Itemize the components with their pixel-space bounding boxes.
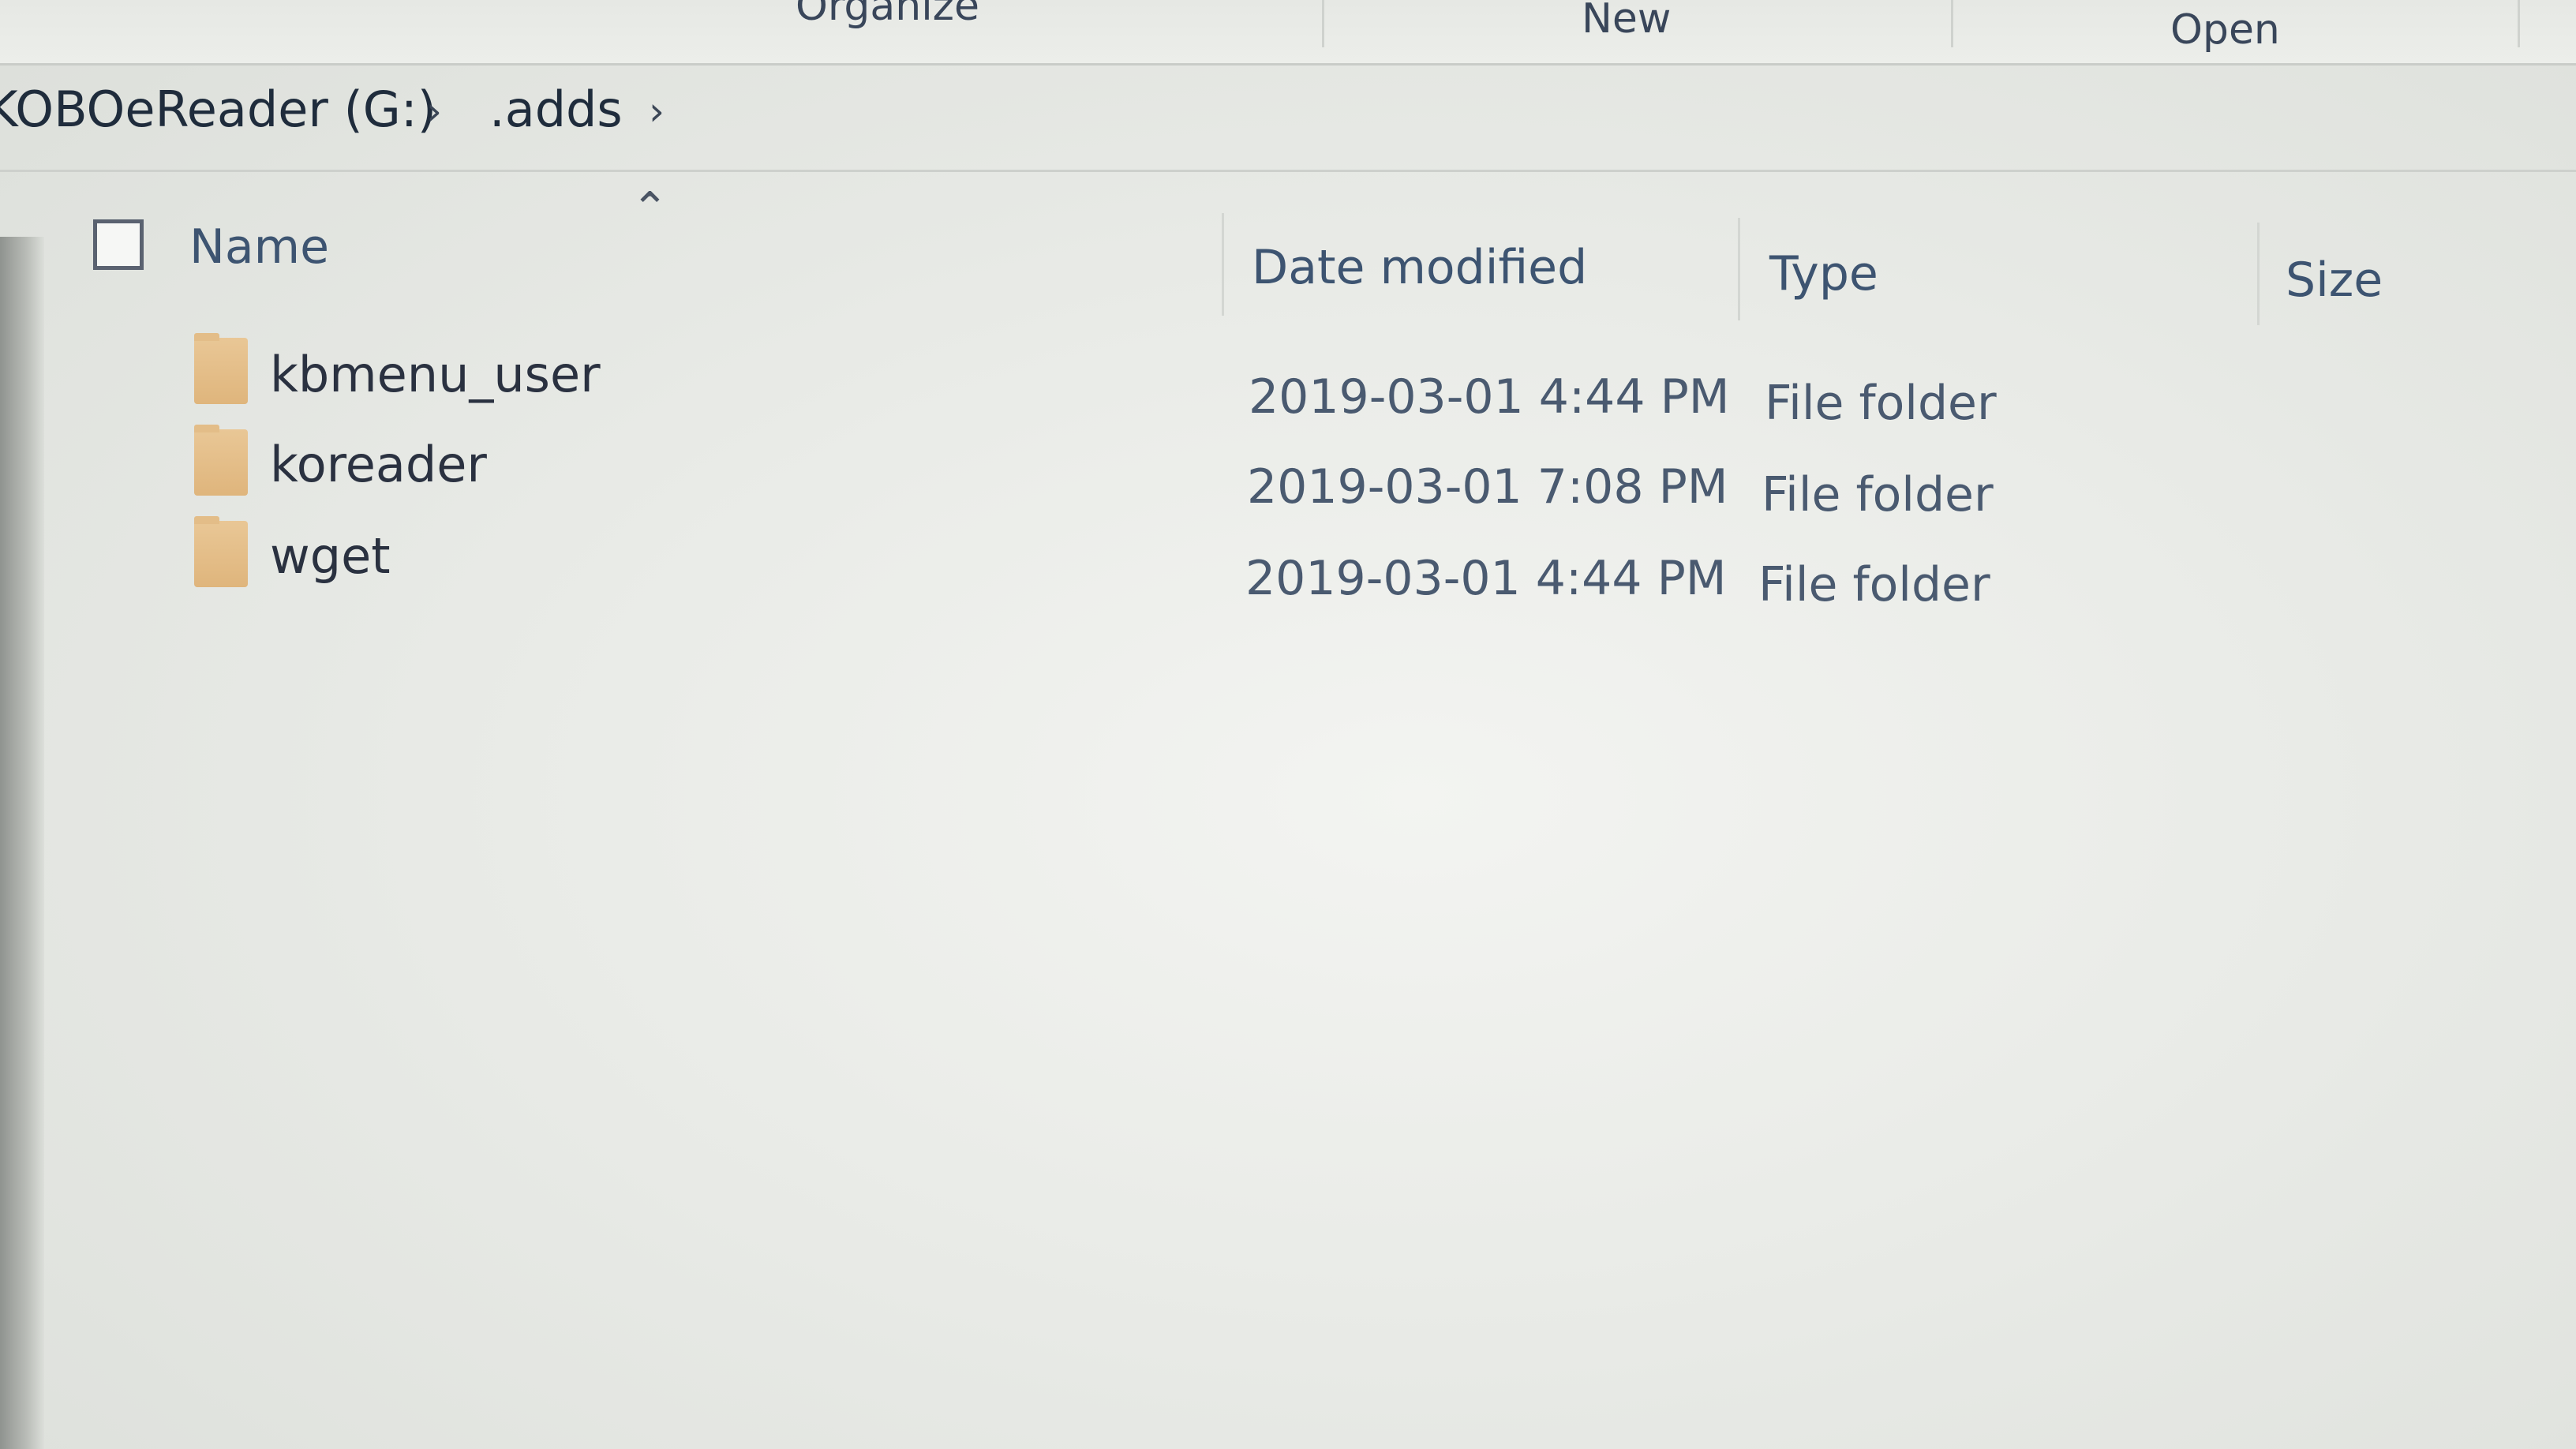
file-type: File folder: [1758, 557, 1990, 612]
column-divider[interactable]: [2257, 223, 2260, 325]
column-divider[interactable]: [1222, 213, 1224, 316]
ribbon: Organize New Open: [0, 0, 2576, 66]
column-header-type[interactable]: Type: [1769, 246, 1878, 301]
ribbon-separator: [2518, 0, 2520, 47]
navigation-pane-edge: [0, 237, 44, 1449]
ribbon-separator: [1951, 0, 1953, 47]
folder-icon: [194, 333, 248, 404]
file-type: File folder: [1765, 376, 1997, 431]
chevron-right-icon[interactable]: ›: [649, 88, 665, 134]
breadcrumb-drive[interactable]: KOBOeReader (G:): [0, 80, 436, 138]
column-divider[interactable]: [1738, 218, 1740, 320]
column-header-size[interactable]: Size: [2286, 253, 2383, 308]
file-name[interactable]: wget: [270, 527, 391, 585]
column-header-date-modified[interactable]: Date modified: [1252, 240, 1587, 295]
breadcrumb-folder[interactable]: .adds: [489, 80, 623, 138]
select-all-checkbox[interactable]: [93, 219, 144, 270]
ribbon-group-organize[interactable]: Organize: [796, 0, 979, 30]
ribbon-group-open[interactable]: Open: [2170, 6, 2280, 54]
file-date-modified: 2019-03-01 4:44 PM: [1249, 369, 1730, 425]
file-type: File folder: [1762, 467, 1994, 522]
column-header-name[interactable]: Name: [189, 219, 329, 275]
sort-ascending-icon: ⌃: [631, 183, 668, 234]
file-date-modified: 2019-03-01 4:44 PM: [1245, 551, 1727, 606]
chevron-right-icon[interactable]: ›: [426, 88, 442, 134]
ribbon-separator: [1322, 0, 1324, 47]
file-name[interactable]: kbmenu_user: [270, 346, 601, 403]
folder-icon: [194, 425, 248, 496]
file-date-modified: 2019-03-01 7:08 PM: [1247, 459, 1728, 515]
folder-icon: [194, 516, 248, 587]
ribbon-group-new[interactable]: New: [1582, 0, 1671, 43]
file-name[interactable]: koreader: [270, 436, 487, 493]
